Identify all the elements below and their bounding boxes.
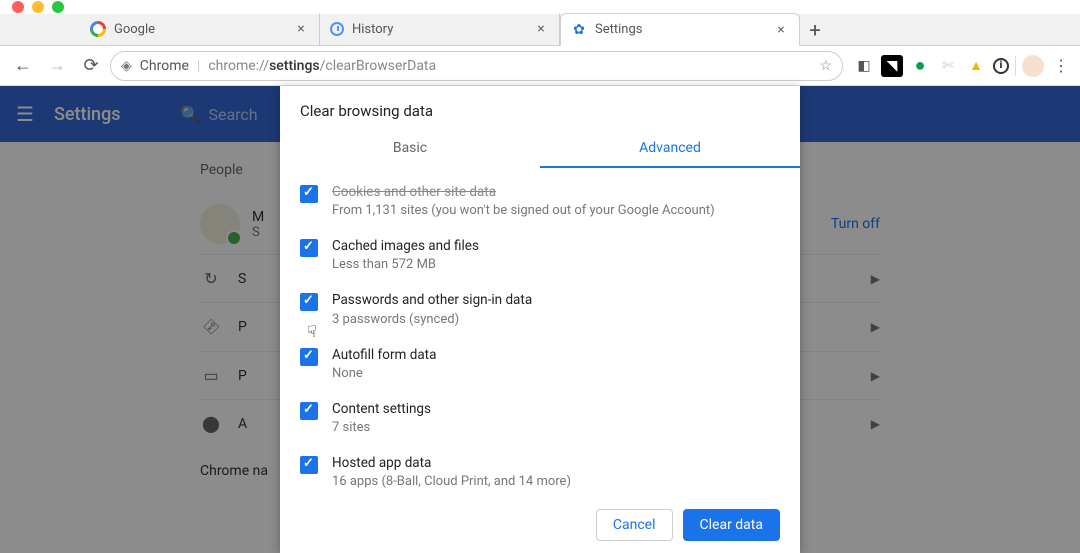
close-tab-icon[interactable]: × xyxy=(773,22,789,38)
option-sublabel: 16 apps (8-Ball, Cloud Print, and 14 mor… xyxy=(332,474,571,489)
option-row[interactable]: Content settings 7 sites xyxy=(280,391,800,445)
history-favicon-icon xyxy=(330,22,344,36)
browser-toolbar: ← → ⟳ ◈ Chrome | chrome://settings/clear… xyxy=(0,46,1080,86)
option-label: Cached images and files xyxy=(332,238,479,254)
tab-label: Google xyxy=(114,22,155,37)
tab-basic[interactable]: Basic xyxy=(280,130,540,168)
tab-label: Settings xyxy=(595,22,642,37)
checkbox[interactable] xyxy=(300,456,318,474)
dialog-body[interactable]: Cookies and other site data From 1,131 si… xyxy=(280,168,800,497)
extension-icon[interactable]: ▲ xyxy=(965,55,987,77)
tab-label: History xyxy=(352,22,393,37)
dialog-tabs: Basic Advanced xyxy=(280,130,800,168)
checkbox[interactable] xyxy=(300,402,318,420)
browser-tab-strip: Google × History × ✿ Settings × + xyxy=(0,14,1080,46)
extension-icons: ◧ ◥ ● ✄ ▲ i ⋮ xyxy=(853,55,1072,77)
close-tab-icon[interactable]: × xyxy=(533,21,549,37)
option-label: Content settings xyxy=(332,401,431,417)
close-tab-icon[interactable]: × xyxy=(293,21,309,37)
option-row[interactable]: Cookies and other site data From 1,131 si… xyxy=(280,174,800,228)
option-label: Hosted app data xyxy=(332,455,571,471)
dialog-title: Clear browsing data xyxy=(280,86,800,130)
maximize-window-button[interactable] xyxy=(52,1,64,13)
option-sublabel: 3 passwords (synced) xyxy=(332,312,532,327)
site-info-icon: ◈ xyxy=(121,58,132,74)
option-label: Autofill form data xyxy=(332,347,436,363)
option-label: Cookies and other site data xyxy=(332,184,715,200)
close-window-button[interactable] xyxy=(12,1,24,13)
checkbox[interactable] xyxy=(300,348,318,366)
tab-settings[interactable]: ✿ Settings × xyxy=(560,13,800,45)
tab-google[interactable]: Google × xyxy=(80,13,320,45)
reload-button[interactable]: ⟳ xyxy=(76,51,106,81)
checkbox[interactable] xyxy=(300,239,318,257)
tab-advanced[interactable]: Advanced xyxy=(540,130,800,168)
option-row[interactable]: Autofill form data None xyxy=(280,337,800,391)
option-row[interactable]: Cached images and files Less than 572 MB xyxy=(280,228,800,282)
forward-button[interactable]: → xyxy=(42,51,72,81)
option-row[interactable]: Passwords and other sign-in data 3 passwo… xyxy=(280,282,800,336)
address-bar[interactable]: ◈ Chrome | chrome://settings/clearBrowse… xyxy=(110,51,843,81)
extension-icon[interactable]: i xyxy=(993,58,1009,74)
cancel-button[interactable]: Cancel xyxy=(596,509,673,541)
checkbox[interactable] xyxy=(300,293,318,311)
option-row[interactable]: Hosted app data 16 apps (8-Ball, Cloud Pr… xyxy=(280,445,800,497)
clear-data-button[interactable]: Clear data xyxy=(683,509,780,541)
google-favicon-icon xyxy=(90,21,106,37)
window-controls xyxy=(0,0,1080,14)
minimize-window-button[interactable] xyxy=(32,1,44,13)
new-tab-button[interactable]: + xyxy=(800,15,830,45)
checkbox[interactable] xyxy=(300,185,318,203)
extension-icon[interactable]: ✄ xyxy=(937,55,959,77)
profile-avatar-icon[interactable] xyxy=(1022,55,1044,77)
menu-icon[interactable]: ⋮ xyxy=(1050,55,1072,77)
option-sublabel: Less than 572 MB xyxy=(332,257,479,272)
clear-browsing-data-dialog: Clear browsing data Basic Advanced Cooki… xyxy=(280,86,800,553)
bookmark-star-icon[interactable]: ☆ xyxy=(819,58,832,74)
extension-icon[interactable]: ◥ xyxy=(881,55,903,77)
back-button[interactable]: ← xyxy=(8,51,38,81)
dialog-footer: Cancel Clear data xyxy=(280,497,800,553)
cast-icon[interactable]: ◧ xyxy=(853,55,875,77)
option-sublabel: 7 sites xyxy=(332,420,431,435)
gear-favicon-icon: ✿ xyxy=(571,22,587,38)
url-text: chrome://settings/clearBrowserData xyxy=(208,58,436,74)
option-sublabel: None xyxy=(332,366,436,381)
option-label: Passwords and other sign-in data xyxy=(332,292,532,308)
option-sublabel: From 1,131 sites (you won't be signed ou… xyxy=(332,203,715,218)
url-host: Chrome xyxy=(140,58,189,74)
tab-history[interactable]: History × xyxy=(320,13,560,45)
extension-icon[interactable]: ● xyxy=(909,55,931,77)
